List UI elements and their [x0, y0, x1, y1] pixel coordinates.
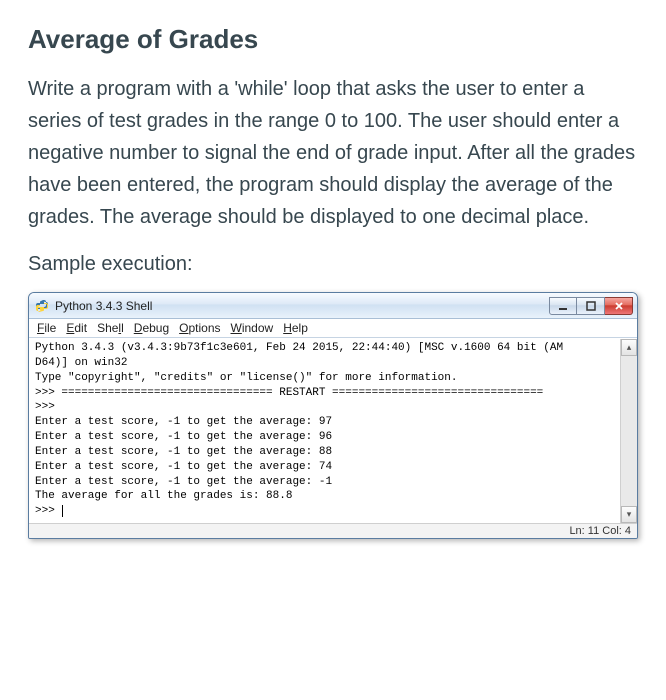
statusbar: Ln: 11 Col: 4 [29, 523, 637, 538]
scroll-down-button[interactable]: ▾ [621, 506, 637, 523]
menu-options[interactable]: Options [179, 321, 220, 335]
vertical-scrollbar[interactable]: ▴ ▾ [620, 339, 637, 523]
shell-line: >>> [35, 401, 61, 413]
shell-line: Enter a test score, -1 to get the averag… [35, 416, 332, 428]
shell-line: Enter a test score, -1 to get the averag… [35, 461, 332, 473]
text-cursor [62, 505, 63, 517]
window-title: Python 3.4.3 Shell [55, 299, 549, 313]
sample-label: Sample execution: [28, 253, 638, 276]
shell-line: Python 3.4.3 (v3.4.3:9b73f1c3e601, Feb 2… [35, 342, 563, 354]
shell-window: Python 3.4.3 Shell File Edit Shell Debug… [28, 292, 638, 539]
shell-line: Type "copyright", "credits" or "license(… [35, 372, 457, 384]
menu-window[interactable]: Window [231, 321, 274, 335]
shell-line: D64)] on win32 [35, 357, 127, 369]
menu-help[interactable]: Help [283, 321, 308, 335]
problem-description: Write a program with a 'while' loop that… [28, 73, 638, 233]
python-icon [35, 299, 49, 313]
shell-line: Enter a test score, -1 to get the averag… [35, 446, 332, 458]
minimize-button[interactable] [549, 297, 577, 315]
close-button[interactable] [605, 297, 633, 315]
menu-edit[interactable]: Edit [66, 321, 87, 335]
shell-line: Enter a test score, -1 to get the averag… [35, 476, 332, 488]
chevron-up-icon: ▴ [627, 342, 632, 353]
menu-debug[interactable]: Debug [134, 321, 169, 335]
shell-line: Enter a test score, -1 to get the averag… [35, 431, 332, 443]
cursor-position: Ln: 11 Col: 4 [569, 525, 631, 537]
chevron-down-icon: ▾ [627, 509, 632, 520]
shell-prompt: >>> [35, 505, 61, 517]
shell-line: >>> ================================ RES… [35, 387, 543, 399]
scroll-up-button[interactable]: ▴ [621, 339, 637, 356]
shell-line: The average for all the grades is: 88.8 [35, 490, 292, 502]
maximize-button[interactable] [577, 297, 605, 315]
titlebar[interactable]: Python 3.4.3 Shell [29, 293, 637, 319]
shell-output[interactable]: Python 3.4.3 (v3.4.3:9b73f1c3e601, Feb 2… [29, 339, 620, 523]
page-title: Average of Grades [28, 24, 638, 55]
menubar: File Edit Shell Debug Options Window Hel… [29, 319, 637, 338]
window-controls [549, 297, 633, 315]
menu-file[interactable]: File [37, 321, 56, 335]
menu-shell[interactable]: Shell [97, 321, 124, 335]
